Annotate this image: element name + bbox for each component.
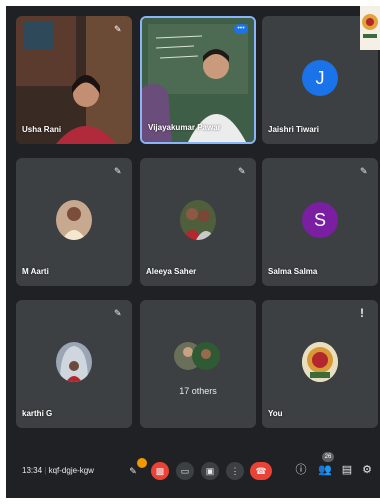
info-icon[interactable]: ⓘ xyxy=(294,463,308,477)
participant-name: Aleeya Saher xyxy=(146,267,197,276)
mic-level-indicator xyxy=(137,458,147,468)
mic-off-icon: ✎ xyxy=(238,166,246,176)
others-avatars xyxy=(174,342,220,370)
avatar: S xyxy=(302,202,338,238)
bottom-control-bar: 13:34 | kqf-dgje-kgw ✎ ▩ ▭ ▣ ⋮ ☎ ⓘ 👥 26 … xyxy=(6,446,380,498)
participant-tile-salma-salma[interactable]: ✎ S Salma Salma xyxy=(262,158,378,286)
others-count: 17 others xyxy=(179,386,217,396)
meeting-code: kqf-dgje-kgw xyxy=(48,466,94,475)
institution-logo xyxy=(360,6,380,50)
participant-name: M Aarti xyxy=(22,267,49,276)
people-icon[interactable]: 👥 xyxy=(318,463,332,477)
more-options-button[interactable]: ⋮ xyxy=(226,462,244,480)
participant-name: Usha Rani xyxy=(22,125,62,134)
participant-name: karthi G xyxy=(22,409,53,418)
participant-tile-vijayakumar-pawar[interactable]: ••• Vijayakumar Pawar xyxy=(140,16,256,144)
participant-name: Jaishri Tiwari xyxy=(268,125,319,134)
alert-icon: ! xyxy=(360,306,364,320)
avatar: J xyxy=(302,60,338,96)
participant-tile-usha-rani[interactable]: ✎ Usha Rani xyxy=(16,16,132,144)
participant-name: You xyxy=(268,409,283,418)
participant-tile-m-aarti[interactable]: ✎ M Aarti xyxy=(16,158,132,286)
avatar xyxy=(56,342,92,382)
more-options-icon: ⋮ xyxy=(230,466,240,476)
activities-icon[interactable]: ⚙ xyxy=(360,463,374,477)
present-icon: ▣ xyxy=(205,466,215,476)
mic-off-icon: ✎ xyxy=(360,166,368,176)
leave-call-icon: ☎ xyxy=(255,466,267,476)
captions-icon: ▭ xyxy=(180,466,190,476)
participant-tile-karthi-g[interactable]: ✎ karthi G xyxy=(16,300,132,428)
meeting-time: 13:34 xyxy=(22,466,43,475)
meeting-window: ✎ Usha Rani ••• Vijayakumar Pawar J Jais… xyxy=(6,6,380,498)
mic-off-icon: ✎ xyxy=(114,166,122,176)
avatar xyxy=(302,342,338,382)
avatar-initial: J xyxy=(315,68,325,88)
participant-name: Vijayakumar Pawar xyxy=(148,123,221,132)
avatar xyxy=(180,200,216,240)
avatar-initial: S xyxy=(313,210,326,230)
mic-off-icon: ✎ xyxy=(114,24,122,34)
participant-tile-you[interactable]: ! You xyxy=(262,300,378,428)
meeting-time-code: 13:34 | kqf-dgje-kgw xyxy=(22,466,94,475)
leave-call-button[interactable]: ☎ xyxy=(250,462,272,480)
participant-name: Salma Salma xyxy=(268,267,318,276)
participant-tile-aleeya-saher[interactable]: ✎ Aleeya Saher xyxy=(140,158,256,286)
mic-off-icon: ✎ xyxy=(129,466,137,476)
captions-button[interactable]: ▭ xyxy=(176,462,194,480)
participant-count-badge: 26 xyxy=(322,452,334,462)
participant-tile-others[interactable]: 17 others xyxy=(140,300,256,428)
camera-off-icon: ▩ xyxy=(155,466,165,476)
present-button[interactable]: ▣ xyxy=(201,462,219,480)
avatar xyxy=(56,200,92,240)
mic-off-icon: ✎ xyxy=(114,308,122,318)
camera-toggle-button[interactable]: ▩ xyxy=(151,462,169,480)
chat-icon[interactable]: ▤ xyxy=(340,463,354,477)
more-options-icon[interactable]: ••• xyxy=(234,24,248,34)
